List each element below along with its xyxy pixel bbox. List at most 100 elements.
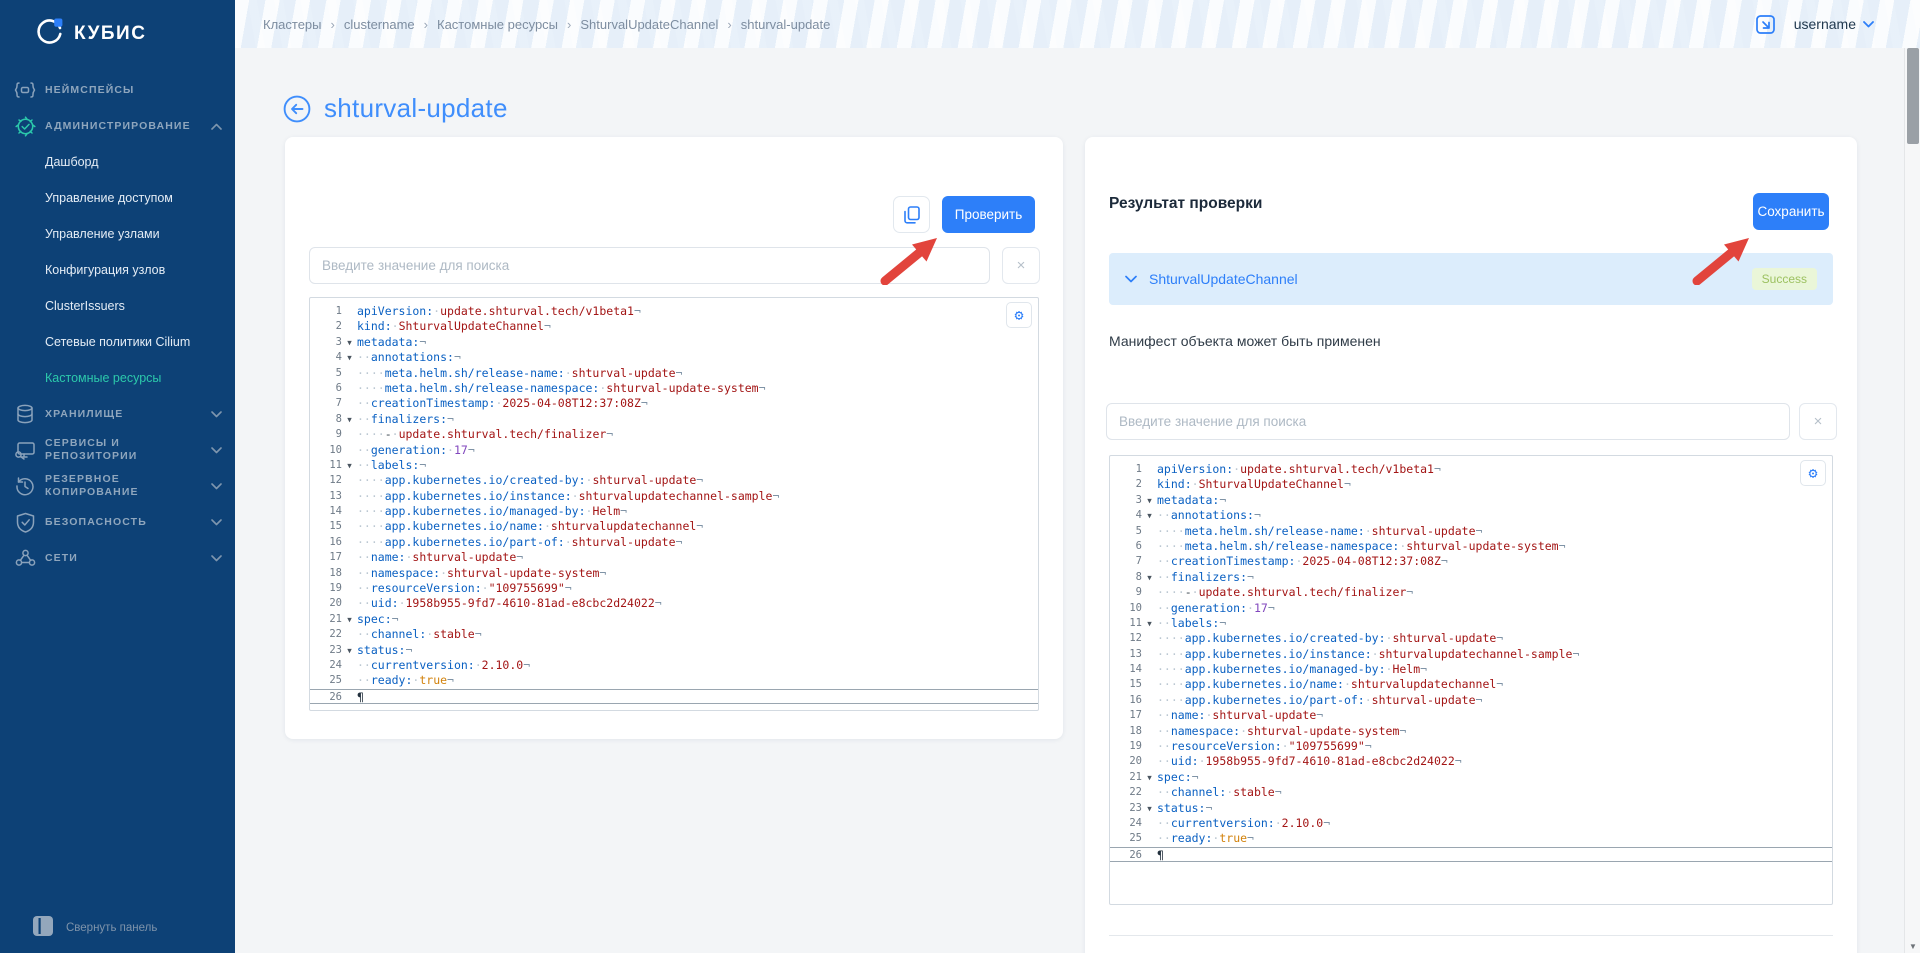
breadcrumb-item[interactable]: Кастомные ресурсы [437,17,558,32]
search-input-result[interactable] [1106,403,1790,440]
code-line: 26¶ [1110,847,1832,862]
yaml-value: update.shturval.tech/finalizer [1199,585,1407,599]
back-button[interactable] [283,95,311,123]
sidebar-item[interactable]: Управление доступом [0,180,235,216]
eol-mark: ¬ [1559,539,1566,553]
fold-toggle-icon[interactable]: ▼ [1142,616,1157,631]
fold-toggle-icon[interactable]: ▼ [342,412,357,427]
fold-toggle-icon[interactable]: ▼ [1142,770,1157,785]
sidebar-section-networks[interactable]: СЕТИ [0,540,235,576]
yaml-key: creationTimestamp: [371,396,496,410]
space-dot: · [544,519,551,533]
indent-dots: ···· [1157,631,1185,645]
code-text: ····app.kubernetes.io/created-by:·shturv… [1157,631,1503,646]
sidebar-item[interactable]: Конфигурация узлов [0,252,235,288]
open-external-icon[interactable] [1755,14,1776,35]
clear-search-button[interactable]: × [1002,247,1040,284]
eol-mark: ¬ [1441,554,1448,568]
fold-toggle-icon[interactable]: ▼ [342,350,357,365]
fold-toggle-icon[interactable]: ▼ [342,335,357,350]
breadcrumb-item[interactable]: clustername [344,17,415,32]
sidebar-item[interactable]: Дашборд [0,144,235,180]
yaml-value: Helm [592,504,620,518]
eol-mark: ¬ [565,581,572,595]
sidebar-section-namespaces[interactable]: НЕЙМСПЕЙСЫ [0,72,235,108]
line-number: 4 [1110,508,1142,523]
sidebar-section-administration[interactable]: АДМИНИСТРИРОВАНИЕ [0,108,235,144]
fold-toggle-icon[interactable]: ▼ [1142,508,1157,523]
scrollbar[interactable]: ▼ [1904,48,1920,953]
line-number: 2 [310,319,342,334]
code-editor[interactable]: ⚙ 1apiVersion:·update.shturval.tech/v1be… [309,297,1039,711]
clear-search-button[interactable]: × [1799,403,1837,440]
yaml-value: Helm [1392,662,1420,676]
space-dot: · [1365,693,1372,707]
line-number: 10 [1110,601,1142,616]
fold-toggle-icon[interactable]: ▼ [1142,493,1157,508]
eol-mark: ¬ [405,643,412,657]
fold-gutter [342,473,357,488]
yaml-key: metadata: [1157,493,1219,507]
copy-button[interactable] [893,196,930,233]
code-line: 10··generation:·17¬ [1110,601,1832,616]
code-text: ··namespace:·shturval-update-system¬ [1157,724,1406,739]
breadcrumb-item[interactable]: ShturvalUpdateChannel [580,17,718,32]
code-line: 11▼··labels:¬ [1110,616,1832,631]
indent-dots: ·· [1157,570,1171,584]
collapse-panel-button[interactable]: Свернуть панель [0,916,157,939]
code-text: ··annotations:¬ [1157,508,1261,523]
page-title: shturval-update [324,93,508,124]
sidebar-section-storage[interactable]: ХРАНИЛИЩЕ [0,396,235,432]
editor-settings-button[interactable]: ⚙ [1800,460,1826,486]
space-dot: · [572,489,579,503]
line-number: 19 [1110,739,1142,754]
yaml-key: meta.helm.sh/release-name: [1185,524,1365,538]
line-number: 25 [310,673,342,688]
eol-mark: ¬ [1275,785,1282,799]
yaml-value: update.shturval.tech/finalizer [399,427,607,441]
yaml-value: 2025-04-08T12:37:08Z [1302,554,1440,568]
resource-name[interactable]: ShturvalUpdateChannel [1149,271,1298,287]
breadcrumb-item[interactable]: Кластеры [263,17,322,32]
line-number: 17 [310,550,342,565]
fold-toggle-icon[interactable]: ▼ [342,612,357,627]
scrollbar-thumb[interactable] [1907,48,1919,144]
fold-toggle-icon[interactable]: ▼ [342,643,357,658]
resource-result-banner[interactable]: ShturvalUpdateChannel Success [1109,253,1833,305]
eol-mark: ¬ [1496,677,1503,691]
sidebar-section-services[interactable]: СЕРВИСЫ И РЕПОЗИТОРИИ [0,432,235,468]
fold-toggle-icon[interactable]: ▼ [1142,801,1157,816]
page-title-row: shturval-update [283,93,508,124]
space-dot: · [1275,816,1282,830]
code-line: 25··ready:·true¬ [1110,831,1832,846]
sidebar-section-label: БЕЗОПАСНОСТЬ [38,516,209,529]
yaml-key: channel: [1171,785,1226,799]
code-line: 14····app.kubernetes.io/managed-by:·Helm… [1110,662,1832,677]
logo[interactable]: КУБИС [0,0,235,50]
line-number: 18 [310,566,342,581]
code-text: ··namespace:·shturval-update-system¬ [357,566,606,581]
editor-settings-button[interactable]: ⚙ [1006,302,1032,328]
yaml-key: status: [357,643,405,657]
sidebar-section-backup[interactable]: РЕЗЕРВНОЕ КОПИРОВАНИЕ [0,468,235,504]
sidebar-item[interactable]: Управление узлами [0,216,235,252]
sidebar-item[interactable]: Сетевые политики Cilium [0,324,235,360]
sidebar-item[interactable]: ClusterIssuers [0,288,235,324]
scrollbar-down-arrow[interactable]: ▼ [1905,939,1920,953]
fold-toggle-icon[interactable]: ▼ [342,458,357,473]
search-input[interactable] [309,247,990,284]
divider [1109,935,1833,936]
chevron-down-icon [1125,275,1137,283]
yaml-key: spec: [1157,770,1192,784]
check-button[interactable]: Проверить [942,196,1035,233]
code-editor-result[interactable]: ⚙ 1apiVersion:·update.shturval.tech/v1be… [1109,455,1833,905]
breadcrumb-item[interactable]: shturval-update [741,17,831,32]
user-menu[interactable]: username [1794,16,1874,32]
indent-dots: ···· [1157,647,1185,661]
space-dot: · [440,566,447,580]
sidebar-item[interactable]: Кастомные ресурсы [0,360,235,396]
save-button[interactable]: Сохранить [1753,193,1829,230]
eol-mark: ¬ [759,381,766,395]
fold-toggle-icon[interactable]: ▼ [1142,570,1157,585]
sidebar-section-security[interactable]: БЕЗОПАСНОСТЬ [0,504,235,540]
